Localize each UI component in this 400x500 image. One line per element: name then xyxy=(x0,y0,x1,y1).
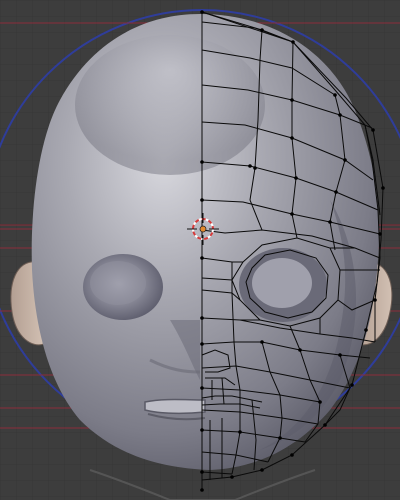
viewport-canvas[interactable] xyxy=(0,0,400,500)
right-eye-ball xyxy=(252,258,312,308)
mouth-shape xyxy=(144,398,206,415)
left-eye-highlight xyxy=(90,261,146,305)
3d-viewport[interactable] xyxy=(0,0,400,500)
